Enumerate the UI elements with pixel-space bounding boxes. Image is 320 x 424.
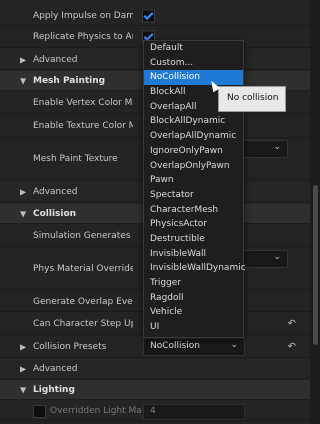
- dropdown-option[interactable]: OverlapOnlyPawn: [144, 159, 243, 174]
- collision-presets-row: ▶ Collision Presets NoCollision ⌄ ↶: [0, 336, 310, 358]
- section-lighting[interactable]: ▼ Lighting: [0, 380, 310, 400]
- advanced-row-3[interactable]: ▶ Advanced: [0, 359, 310, 379]
- dropdown-option[interactable]: NoCollision: [144, 70, 243, 86]
- reset-icon[interactable]: ↶: [288, 318, 296, 329]
- chevron-down-icon: ⌄: [230, 340, 238, 350]
- dropdown-option[interactable]: InvisibleWallDynamic: [144, 261, 246, 276]
- arrow-right-icon: ▶: [20, 187, 27, 196]
- arrow-down-icon: ▼: [20, 76, 27, 85]
- enable-vertex-color-label: Enable Vertex Color Mes...: [33, 97, 133, 108]
- scrollbar-thumb[interactable]: [313, 185, 318, 345]
- dropdown-option[interactable]: OverlapAllDynamic: [144, 129, 243, 144]
- sim-generates-hit-label: Simulation Generates Hi...: [33, 230, 133, 241]
- advanced-label-3: Advanced: [33, 363, 78, 374]
- dropdown-option[interactable]: CharacterMesh: [144, 203, 243, 218]
- collision-presets-value: NoCollision: [150, 341, 200, 351]
- replicate-physics-label: Replicate Physics to Aut...: [33, 31, 133, 42]
- mesh-paint-texture-label: Mesh Paint Texture: [33, 153, 118, 164]
- overridden-light-label: Overridden Light Ma...: [50, 405, 150, 416]
- can-step-up-label: Can Character Step Up On: [33, 318, 133, 329]
- overridden-light-row: Overridden Light Ma... 4: [0, 401, 310, 421]
- collision-presets-label: Collision Presets: [33, 341, 107, 352]
- dropdown-option[interactable]: Default: [144, 41, 243, 56]
- arrow-right-icon: ▶: [20, 55, 27, 64]
- phys-material-override-label: Phys Material Override: [33, 263, 133, 274]
- overridden-light-input[interactable]: 4: [143, 404, 245, 420]
- enable-texture-color-label: Enable Texture Color Me...: [33, 120, 133, 131]
- chevron-down-icon: ⌄: [273, 142, 281, 152]
- collision-presets-dropdown: Default Custom... NoCollision BlockAll Overl…: [143, 40, 246, 338]
- dropdown-option[interactable]: Pawn: [144, 173, 243, 188]
- scrollbar[interactable]: [310, 0, 320, 424]
- dropdown-option[interactable]: BlockAllDynamic: [144, 114, 243, 129]
- apply-impulse-checkbox[interactable]: [142, 9, 155, 22]
- arrow-down-icon: ▼: [20, 385, 27, 394]
- arrow-down-icon: ▼: [20, 209, 27, 218]
- lighting-title: Lighting: [33, 384, 75, 395]
- option-tooltip: No collision: [218, 86, 286, 112]
- dropdown-option[interactable]: Spectator: [144, 188, 243, 203]
- dropdown-option[interactable]: Custom...: [144, 56, 243, 71]
- apply-impulse-label: Apply Impulse on Damage: [33, 10, 133, 21]
- generate-overlap-label: Generate Overlap Events: [33, 296, 133, 307]
- dropdown-option[interactable]: IgnoreOnlyPawn: [144, 144, 243, 159]
- arrow-right-icon[interactable]: ▶: [20, 342, 26, 351]
- dropdown-option[interactable]: Vehicle: [144, 305, 243, 320]
- apply-impulse-row: Apply Impulse on Damage: [0, 6, 310, 26]
- overridden-light-checkbox[interactable]: [33, 405, 46, 418]
- arrow-right-icon: ▶: [20, 364, 27, 373]
- tooltip-text: No collision: [227, 93, 279, 103]
- dropdown-option[interactable]: UI: [144, 320, 243, 335]
- dropdown-option[interactable]: Ragdoll: [144, 291, 243, 306]
- dropdown-option[interactable]: Destructible: [144, 232, 243, 247]
- chevron-down-icon: ⌄: [273, 252, 281, 262]
- collision-presets-combo[interactable]: NoCollision ⌄: [143, 338, 245, 356]
- reset-icon[interactable]: ↶: [288, 341, 296, 352]
- dropdown-option[interactable]: InvisibleWall: [144, 247, 243, 262]
- dropdown-option[interactable]: Trigger: [144, 276, 243, 291]
- dropdown-option[interactable]: PhysicsActor: [144, 217, 243, 232]
- overridden-light-value: 4: [150, 406, 156, 416]
